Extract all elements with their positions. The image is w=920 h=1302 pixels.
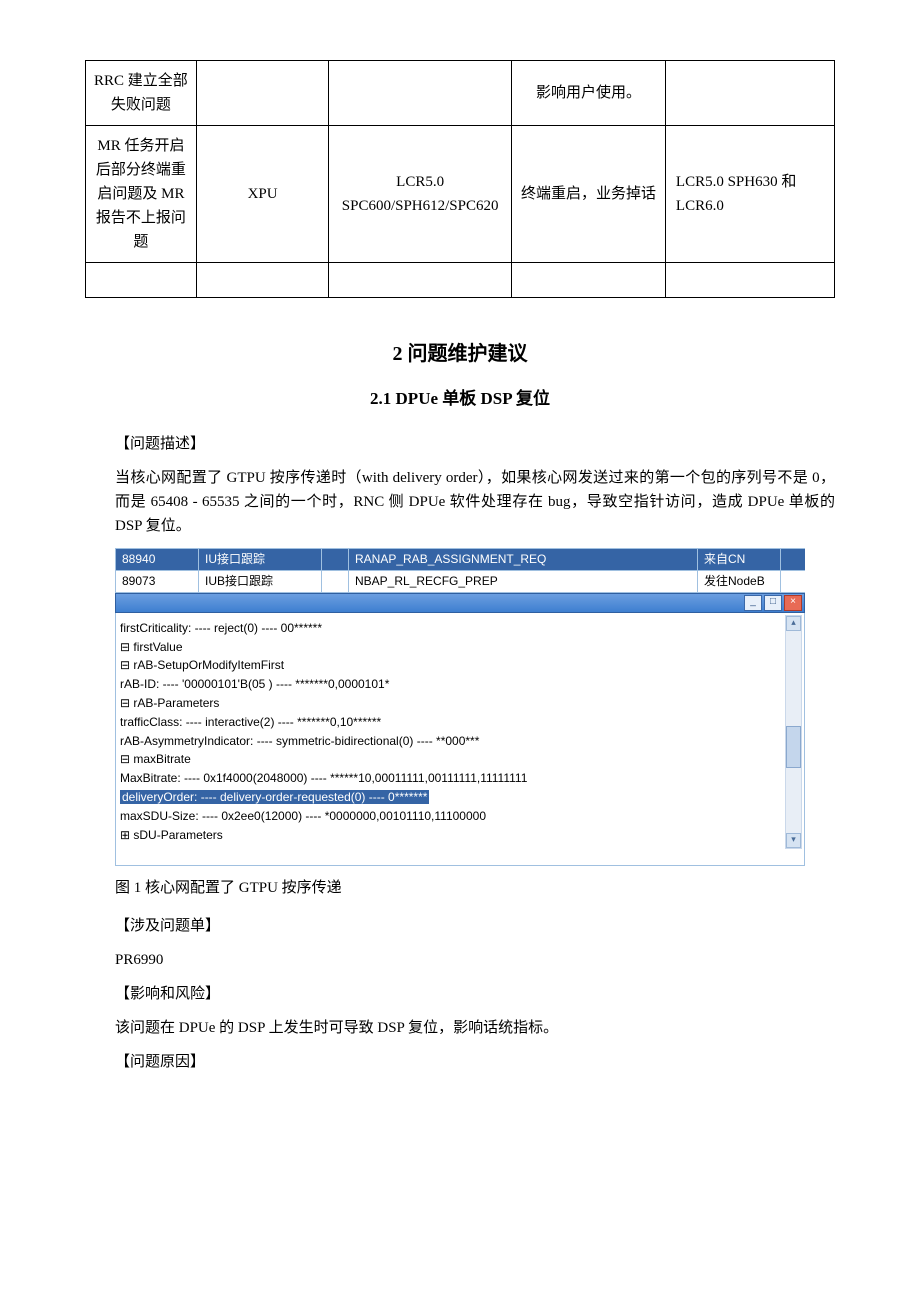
trace-decode-tree[interactable]: firstCriticality: ---- reject(0) ---- 00… — [115, 613, 805, 866]
vertical-scrollbar[interactable]: ▴ ▾ — [785, 615, 802, 849]
trace-screenshot: 88940 IU接口跟踪 RANAP_RAB_ASSIGNMENT_REQ 来自… — [115, 548, 805, 866]
cell-impact: 终端重启，业务掉话 — [511, 126, 665, 263]
issues-table: RRC 建立全部失败问题 影响用户使用。 MR 任务开启后部分终端重启问题及 M… — [85, 60, 835, 298]
tree-node[interactable]: rAB-AsymmetryIndicator: ---- symmetric-b… — [120, 732, 800, 751]
figure-caption-1: 图 1 核心网配置了 GTPU 按序传递 — [115, 876, 835, 900]
tree-node[interactable]: MaxBitrate: ---- 0x1f4000(2048000) ---- … — [120, 769, 800, 788]
trace-message-grid: 88940 IU接口跟踪 RANAP_RAB_ASSIGNMENT_REQ 来自… — [115, 548, 805, 593]
cell-version: LCR5.0 SPC600/SPH612/SPC620 — [329, 126, 512, 263]
tree-node-highlighted[interactable]: deliveryOrder: ---- delivery-order-reque… — [120, 788, 800, 807]
trace-tail — [781, 570, 806, 592]
section-heading-2: 2 问题维护建议 — [85, 338, 835, 370]
maximize-icon[interactable]: □ — [764, 595, 782, 611]
paragraph-description: 当核心网配置了 GTPU 按序传递时（with delivery order），… — [115, 466, 835, 538]
label-related-issue: 【涉及问题单】 — [115, 914, 835, 938]
trace-id: 89073 — [116, 570, 199, 592]
label-impact: 【影响和风险】 — [115, 982, 835, 1006]
cell-issue: RRC 建立全部失败问题 — [86, 61, 197, 126]
table-row-empty — [86, 263, 835, 298]
trace-tail — [781, 549, 806, 571]
pr-number: PR6990 — [115, 948, 835, 972]
tree-node[interactable]: rAB-ID: ---- '00000101'B(05 ) ---- *****… — [120, 675, 800, 694]
table-row: RRC 建立全部失败问题 影响用户使用。 — [86, 61, 835, 126]
trace-message: NBAP_RL_RECFG_PREP — [349, 570, 698, 592]
tree-node[interactable]: ⊞ sDU-Parameters — [120, 826, 800, 845]
label-description: 【问题描述】 — [115, 432, 835, 456]
tree-node[interactable]: trafficClass: ---- interactive(2) ---- *… — [120, 713, 800, 732]
tree-node[interactable]: ⊟ rAB-SetupOrModifyItemFirst — [120, 656, 800, 675]
trace-source: 发往NodeB — [698, 570, 781, 592]
scroll-down-icon[interactable]: ▾ — [786, 833, 801, 848]
trace-detail-titlebar[interactable]: _ □ × — [115, 593, 805, 613]
trace-interface: IU接口跟踪 — [199, 549, 322, 571]
cell-issue: MR 任务开启后部分终端重启问题及 MR报告不上报问题 — [86, 126, 197, 263]
tree-node[interactable]: ⊟ firstValue — [120, 638, 800, 657]
scroll-up-icon[interactable]: ▴ — [786, 616, 801, 631]
trace-source: 来自CN — [698, 549, 781, 571]
scroll-thumb[interactable] — [786, 726, 801, 768]
label-cause: 【问题原因】 — [115, 1050, 835, 1074]
close-icon[interactable]: × — [784, 595, 802, 611]
cell-version — [329, 61, 512, 126]
trace-row-selected[interactable]: 88940 IU接口跟踪 RANAP_RAB_ASSIGNMENT_REQ 来自… — [116, 549, 806, 571]
cell-fix — [665, 61, 834, 126]
cell-board — [196, 61, 328, 126]
paragraph-impact: 该问题在 DPUe 的 DSP 上发生时可导致 DSP 复位，影响话统指标。 — [115, 1016, 835, 1040]
cell-impact: 影响用户使用。 — [511, 61, 665, 126]
subsection-heading-2-1: 2.1 DPUe 单板 DSP 复位 — [85, 385, 835, 412]
trace-interface: IUB接口跟踪 — [199, 570, 322, 592]
tree-node[interactable]: firstCriticality: ---- reject(0) ---- 00… — [120, 619, 800, 638]
trace-spacer — [322, 570, 349, 592]
trace-spacer — [322, 549, 349, 571]
minimize-icon[interactable]: _ — [744, 595, 762, 611]
cell-fix: LCR5.0 SPH630 和 LCR6.0 — [665, 126, 834, 263]
tree-node[interactable]: maxSDU-Size: ---- 0x2ee0(12000) ---- *00… — [120, 807, 800, 826]
table-row: MR 任务开启后部分终端重启问题及 MR报告不上报问题 XPU LCR5.0 S… — [86, 126, 835, 263]
trace-id: 88940 — [116, 549, 199, 571]
trace-row[interactable]: 89073 IUB接口跟踪 NBAP_RL_RECFG_PREP 发往NodeB — [116, 570, 806, 592]
cell-board: XPU — [196, 126, 328, 263]
trace-message: RANAP_RAB_ASSIGNMENT_REQ — [349, 549, 698, 571]
tree-node[interactable]: ⊟ rAB-Parameters — [120, 694, 800, 713]
tree-node[interactable]: ⊟ maxBitrate — [120, 750, 800, 769]
